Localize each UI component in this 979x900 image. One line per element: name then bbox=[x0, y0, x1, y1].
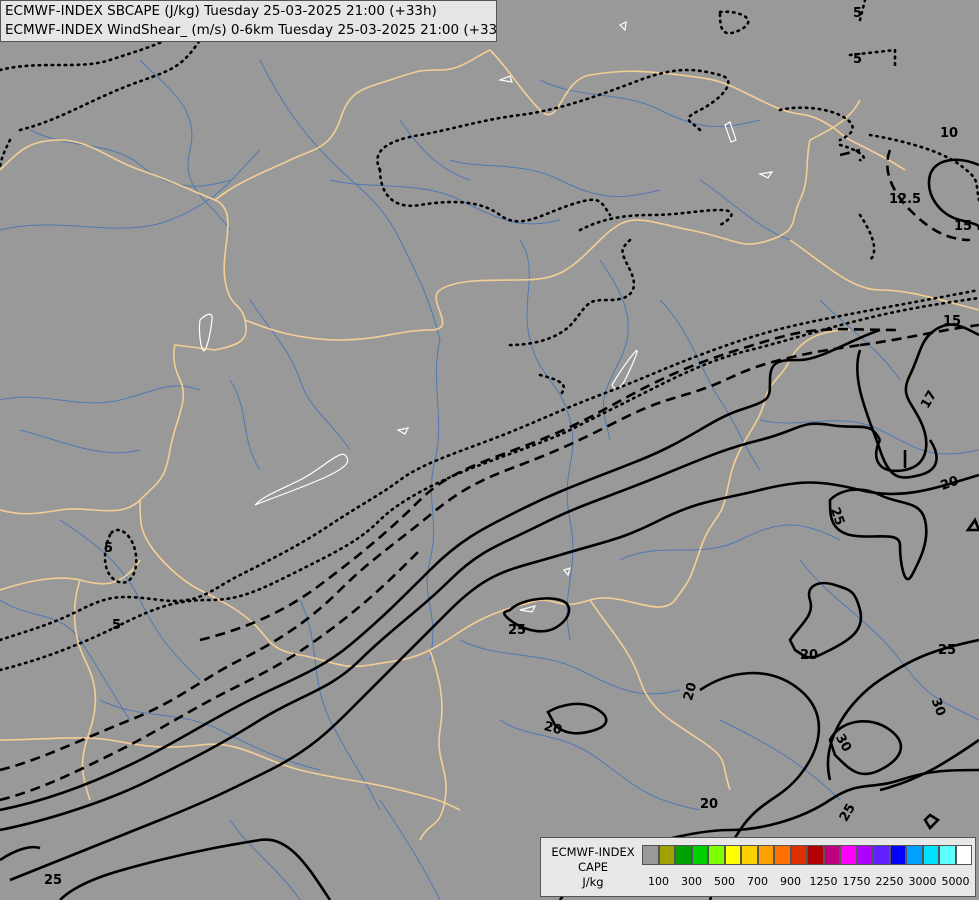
contour-label: 5 bbox=[112, 618, 121, 633]
legend-tick-label: 1250 bbox=[809, 875, 838, 888]
legend-swatch bbox=[790, 845, 807, 865]
legend-swatch bbox=[774, 845, 791, 865]
cape-legend: ECMWF-INDEX CAPE J/kg 100 300 500 700 900 125… bbox=[540, 837, 976, 897]
legend-swatch bbox=[906, 845, 923, 865]
legend-tick-label: 3000 bbox=[908, 875, 937, 888]
legend-swatch bbox=[922, 845, 939, 865]
legend-swatch bbox=[708, 845, 725, 865]
legend-swatch bbox=[873, 845, 890, 865]
legend-swatch bbox=[889, 845, 906, 865]
legend-tick-label: 300 bbox=[681, 875, 702, 888]
legend-title-line: J/kg bbox=[582, 875, 604, 889]
contour-label: 20 bbox=[800, 648, 818, 663]
legend-swatch bbox=[840, 845, 857, 865]
legend-swatch bbox=[807, 845, 824, 865]
contour-label: 25 bbox=[44, 873, 62, 888]
contour-label: 20 bbox=[700, 797, 718, 812]
legend-swatch bbox=[823, 845, 840, 865]
contour-label: 25 bbox=[508, 623, 526, 638]
legend-tick-label: 100 bbox=[648, 875, 669, 888]
contour-label: 10 bbox=[940, 126, 958, 141]
contour-label: 5 bbox=[853, 6, 862, 21]
legend-tick-label: 1750 bbox=[842, 875, 871, 888]
legend-title-line: CAPE bbox=[577, 860, 609, 874]
legend-tick-label: 900 bbox=[780, 875, 801, 888]
contour-label: 5 bbox=[853, 52, 862, 67]
map-title-windshear: ECMWF-INDEX WindShear_ (m/s) 0-6km Tuesd… bbox=[5, 22, 497, 38]
legend-title-line: ECMWF-INDEX bbox=[551, 845, 635, 859]
contour-label: 15 bbox=[943, 314, 961, 329]
weather-map: 5 5 10 12.5 15 15 17 20 25 5 5 25 20 20 … bbox=[0, 0, 979, 900]
legend-swatch bbox=[939, 845, 956, 865]
legend-swatches bbox=[642, 845, 972, 865]
legend-swatch bbox=[757, 845, 774, 865]
legend-swatch bbox=[658, 845, 675, 865]
legend-swatch bbox=[955, 845, 972, 865]
contour-label: 12.5 bbox=[889, 192, 921, 207]
legend-swatch bbox=[724, 845, 741, 865]
map-title-box: ECMWF-INDEX SBCAPE (J/kg) Tuesday 25-03-… bbox=[0, 0, 497, 42]
legend-tick-label: 5000 bbox=[941, 875, 970, 888]
legend-title: ECMWF-INDEX CAPE J/kg bbox=[545, 845, 641, 890]
legend-tick-label: 700 bbox=[747, 875, 768, 888]
legend-swatch bbox=[675, 845, 692, 865]
legend-tick-label: 2250 bbox=[875, 875, 904, 888]
legend-swatch bbox=[741, 845, 758, 865]
legend-swatch bbox=[691, 845, 708, 865]
contour-label: 25 bbox=[938, 643, 956, 658]
legend-swatch bbox=[856, 845, 873, 865]
legend-ticks: 100 300 500 700 900 1250 1750 2250 3000 5000 bbox=[642, 875, 972, 891]
map-title-sbcape: ECMWF-INDEX SBCAPE (J/kg) Tuesday 25-03-… bbox=[5, 3, 437, 19]
contour-label: 15 bbox=[954, 219, 972, 234]
legend-swatch bbox=[642, 845, 659, 865]
legend-tick-label: 500 bbox=[714, 875, 735, 888]
contour-label: 5 bbox=[104, 541, 113, 556]
